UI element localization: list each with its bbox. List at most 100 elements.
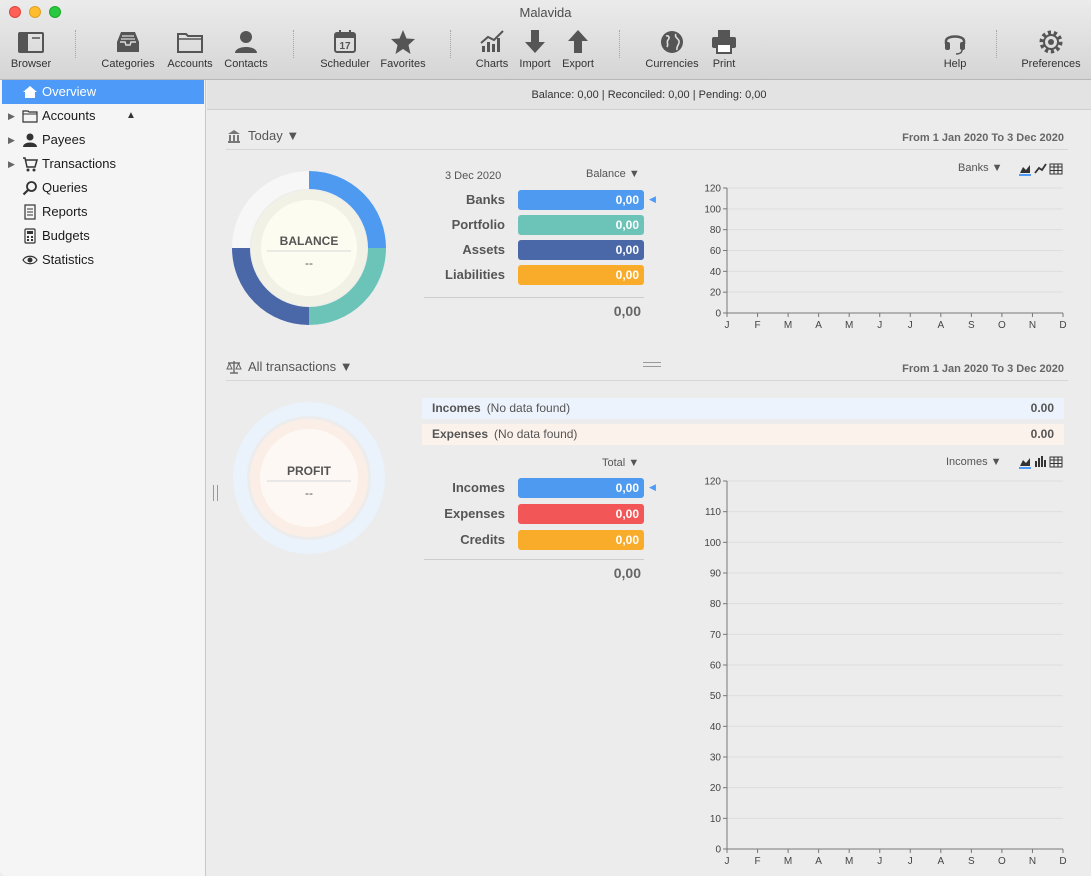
period-selector[interactable]: Today ▼	[248, 128, 299, 143]
disclosure-arrow-icon[interactable]: ▶	[8, 104, 15, 128]
y-tick-label: 120	[704, 184, 721, 195]
magnifier-icon	[22, 181, 37, 196]
accounts-button[interactable]: Accounts	[163, 26, 217, 76]
browser-label: Browser	[10, 58, 52, 70]
category-bar-portfolio[interactable]: 0,00	[518, 215, 644, 235]
table-icon[interactable]	[1049, 163, 1063, 175]
import-button[interactable]: Import	[515, 26, 555, 76]
folder-icon	[22, 110, 38, 123]
selected-marker-icon: ◀	[649, 194, 656, 204]
categories-button[interactable]: Categories	[98, 26, 158, 76]
x-tick-label: D	[1059, 856, 1066, 867]
currencies-button[interactable]: Currencies	[641, 26, 703, 76]
category-bar-assets[interactable]: 0,00	[518, 240, 644, 260]
sidebar-item-budgets[interactable]: Budgets	[2, 224, 204, 248]
x-tick-label: N	[1029, 856, 1036, 867]
y-tick-label: 0	[715, 309, 721, 320]
y-tick-label: 50	[710, 691, 722, 702]
print-button[interactable]: Print	[704, 26, 744, 76]
y-tick-label: 110	[705, 507, 721, 518]
donut-inner-ring	[251, 190, 367, 306]
x-tick-label: D	[1059, 320, 1066, 331]
transactions-filter-selector[interactable]: All transactions ▼	[248, 359, 353, 374]
sidebar-item-label: Payees	[42, 132, 86, 147]
sort-stepper-icon[interactable]: ▲	[126, 104, 136, 128]
inbox-tray-icon	[117, 32, 139, 52]
scheduler-button[interactable]: 17 Scheduler	[316, 26, 374, 76]
toolbar-separator	[619, 30, 620, 58]
sidebar-item-transactions[interactable]: ▶ Transactions	[2, 152, 204, 176]
x-tick-label: M	[845, 320, 853, 331]
person-icon	[23, 133, 37, 147]
browser-button[interactable]: Browser	[4, 26, 58, 76]
balance-chart-selector[interactable]: Banks ▼	[958, 162, 1003, 174]
profit-donut-chart: PROFIT --	[233, 402, 385, 554]
sidebar-item-reports[interactable]: Reports	[2, 200, 204, 224]
sidebar-item-payees[interactable]: ▶ Payees	[2, 128, 204, 152]
browser-icon	[18, 32, 44, 53]
transactions-chart-selector-label: Incomes	[946, 456, 988, 468]
balance-total: 0,00	[613, 303, 641, 319]
toolbar-separator	[996, 30, 997, 58]
x-tick-label: F	[754, 320, 760, 331]
x-tick-label: J	[725, 320, 730, 331]
category-bar-banks[interactable]: 0,00	[518, 190, 644, 210]
x-tick-label: O	[998, 856, 1006, 867]
incomes-summary-row[interactable]: Incomes (No data found) 0.00	[422, 398, 1064, 419]
x-tick-label: A	[937, 856, 944, 867]
star-icon	[391, 30, 415, 54]
transactions-chart-selector[interactable]: Incomes ▼	[946, 456, 1002, 468]
bar-chart-icon[interactable]	[1035, 456, 1046, 467]
chart-type-toggle[interactable]	[1019, 455, 1065, 469]
donut-inner-ring	[250, 419, 368, 537]
sidebar-item-statistics[interactable]: Statistics	[2, 248, 204, 272]
disclosure-arrow-icon[interactable]: ▶	[8, 152, 15, 176]
category-label-credits: Credits	[460, 532, 505, 547]
balance-section-header: Today ▼ From 1 Jan 2020 To 3 Dec 2020	[226, 124, 1068, 150]
chevron-down-icon: ▼	[991, 162, 1003, 174]
sidebar-item-overview[interactable]: Overview	[2, 80, 204, 104]
sidebar-item-label: Statistics	[42, 252, 95, 267]
chart-type-toggle[interactable]	[1019, 162, 1065, 176]
categories-label: Categories	[101, 58, 155, 70]
category-bar-incomes[interactable]: 0,00	[518, 478, 644, 498]
chart-icon	[480, 30, 504, 52]
expenses-summary-label: Expenses	[432, 427, 489, 441]
y-tick-label: 40	[710, 267, 722, 278]
arrow-down-icon	[525, 30, 545, 53]
contacts-button[interactable]: Contacts	[219, 26, 273, 76]
balance-mode-label: Balance	[586, 168, 626, 180]
expenses-summary-note: (No data found)	[494, 427, 578, 441]
help-button[interactable]: Help	[935, 26, 975, 76]
transactions-mode-selector[interactable]: Total ▼	[602, 457, 639, 469]
export-button[interactable]: Export	[558, 26, 598, 76]
category-bar-expenses[interactable]: 0,00	[518, 504, 644, 524]
charts-button[interactable]: Charts	[472, 26, 512, 76]
folder-icon	[177, 33, 203, 53]
chevron-down-icon: ▼	[990, 456, 1002, 468]
area-chart-icon[interactable]	[1019, 458, 1031, 469]
incomes-summary-note: (No data found)	[486, 401, 571, 415]
sidebar-splitter-handle[interactable]	[213, 485, 218, 501]
line-chart-icon[interactable]	[1034, 163, 1047, 174]
sidebar-item-queries[interactable]: Queries	[2, 176, 204, 200]
preferences-button[interactable]: Preferences	[1016, 26, 1086, 76]
table-icon[interactable]	[1049, 456, 1063, 468]
document-icon	[24, 204, 36, 220]
accounts-label: Accounts	[167, 58, 213, 70]
balance-mode-selector[interactable]: Balance ▼	[586, 168, 640, 180]
category-label-expenses: Expenses	[444, 506, 505, 521]
sidebar-item-label: Accounts	[42, 108, 96, 123]
sidebar-item-accounts[interactable]: ▶ Accounts ▲	[2, 104, 204, 128]
category-bar-credits[interactable]: 0,00	[518, 530, 644, 550]
chevron-down-icon: ▼	[286, 128, 300, 143]
category-bar-liabilities[interactable]: 0,00	[518, 265, 644, 285]
sidebar-item-label: Budgets	[42, 228, 90, 243]
area-chart-icon[interactable]	[1019, 165, 1031, 176]
expenses-summary-row[interactable]: Expenses (No data found) 0.00	[422, 424, 1064, 445]
disclosure-arrow-icon[interactable]: ▶	[8, 128, 15, 152]
favorites-button[interactable]: Favorites	[376, 26, 430, 76]
favorites-label: Favorites	[380, 58, 426, 70]
toolbar-separator	[450, 30, 451, 58]
donut-title: BALANCE	[280, 234, 339, 248]
